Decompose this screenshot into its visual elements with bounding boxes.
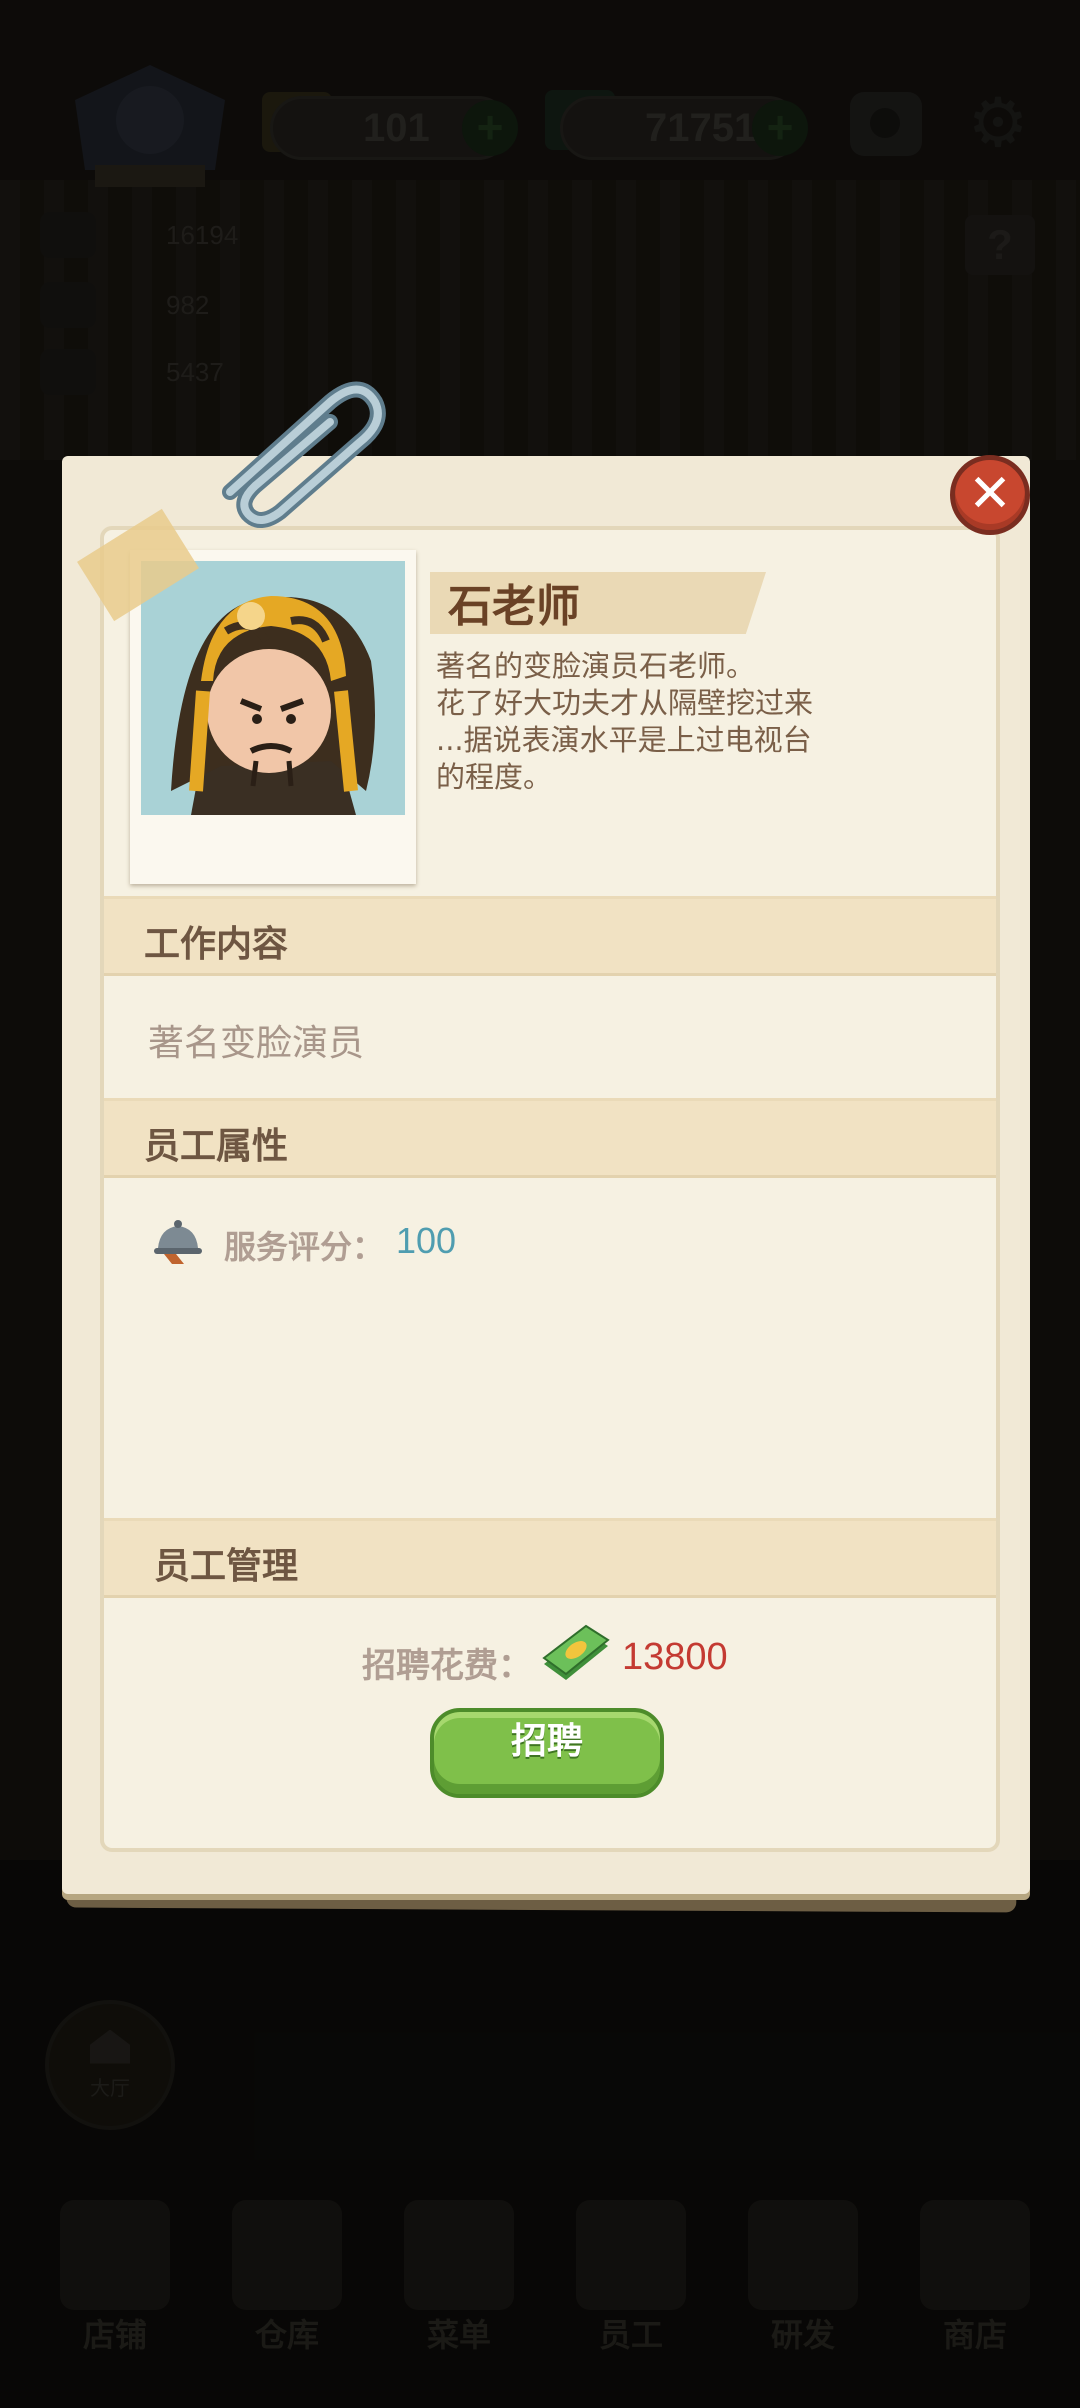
staff-portrait — [141, 561, 405, 815]
job-section-header: 工作内容 — [104, 896, 996, 976]
management-section-title: 员工管理 — [154, 1546, 299, 1587]
management-section-header: 员工管理 — [104, 1518, 996, 1598]
staff-portrait-frame — [130, 550, 416, 884]
service-score-label: 服务评分： — [224, 1228, 385, 1266]
paperclip-icon — [190, 372, 390, 532]
attributes-section-title: 员工属性 — [144, 1126, 289, 1167]
staff-description: 著名的变脸演员石老师。 花了好大功夫才从隔壁挖过来 ...据说表演水平是上过电视… — [436, 648, 866, 796]
cash-stack-icon — [540, 1624, 612, 1686]
close-button[interactable]: ✕ — [950, 455, 1030, 535]
hire-cost-label: 招聘花费： — [362, 1646, 532, 1686]
service-score-value: 100 — [396, 1220, 457, 1261]
service-bell-icon — [150, 1218, 206, 1266]
description-line: ...据说表演水平是上过电视台 — [436, 723, 812, 757]
description-line: 的程度。 — [436, 760, 553, 794]
close-icon: ✕ — [968, 464, 1012, 524]
description-line: 花了好大功夫才从隔壁挖过来 — [436, 686, 814, 720]
job-description: 著名变脸演员 — [148, 1023, 365, 1064]
staff-name: 石老师 — [448, 581, 580, 632]
description-line: 著名的变脸演员石老师。 — [436, 649, 756, 683]
hire-button-label: 招聘 — [510, 1721, 583, 1762]
hire-cost-value: 13800 — [622, 1636, 728, 1678]
attributes-section-header: 员工属性 — [104, 1098, 996, 1178]
job-section-title: 工作内容 — [144, 924, 289, 965]
hire-button[interactable]: 招聘 — [430, 1708, 664, 1798]
